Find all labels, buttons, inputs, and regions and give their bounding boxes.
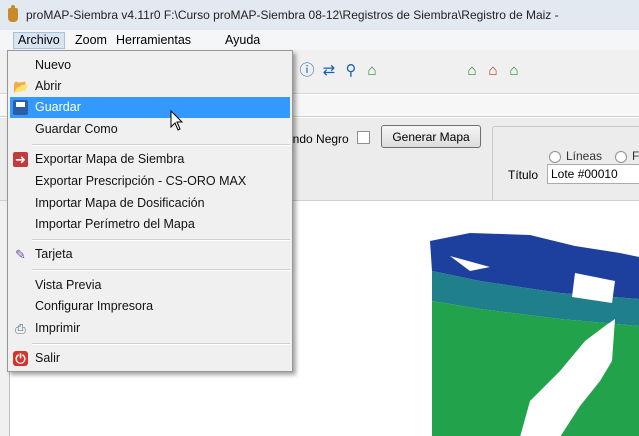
title-bar: proMAP-Siembra v4.11r0 F:\Curso proMAP-S… [0,0,639,30]
menu-item-label: Vista Previa [35,278,102,292]
menu-item-vista-previa[interactable]: Vista Previa [10,275,290,296]
marker-icon[interactable]: ⚲ [342,62,360,80]
exit-icon: ⏻ [13,351,28,366]
menu-herramientas[interactable]: Herramientas [112,32,195,49]
home-edit-icon[interactable]: ⌂ [505,62,523,80]
menu-item-label: Exportar Mapa de Siembra [35,152,185,166]
menu-item-label: Salir [35,351,61,365]
menu-item-importar-dosificacion[interactable]: Importar Mapa de Dosificación [10,193,290,214]
mouse-pointer-icon [170,110,184,131]
menu-bar: Archivo Zoom Herramientas Ayuda [0,30,639,50]
menu-item-label: Guardar [35,100,81,114]
menu-ayuda[interactable]: Ayuda [221,32,264,49]
menu-item-salir[interactable]: ⏻ Salir [10,348,290,369]
menu-item-abrir[interactable]: 📂 Abrir [10,76,290,97]
menu-item-exportar-prescripcion[interactable]: Exportar Prescripción - CS-ORO MAX [10,171,290,192]
card-icon: ✎ [15,247,26,262]
menu-zoom[interactable]: Zoom [71,32,111,49]
lineas-radio-label: Líneas [566,149,603,163]
home-icon[interactable]: ⌂ [363,62,381,80]
other-radio-label: F [632,149,639,163]
titulo-label: Título [508,168,539,182]
floppy-disk-icon [13,100,28,115]
menu-item-exportar-mapa[interactable]: ➜ Exportar Mapa de Siembra [10,149,290,170]
export-icon: ➜ [13,152,28,167]
titulo-input[interactable] [547,164,639,184]
fondo-negro-checkbox[interactable] [357,131,370,144]
menu-archivo[interactable]: Archivo [13,32,65,49]
menu-separator [32,343,290,345]
menu-item-nuevo[interactable]: Nuevo [10,55,290,76]
menu-item-configurar-impresora[interactable]: Configurar Impresora [10,296,290,317]
generar-mapa-button[interactable]: Generar Mapa [381,125,481,148]
menu-item-guardar-como[interactable]: Guardar Como [10,119,290,140]
lineas-radio[interactable] [549,151,561,163]
menu-item-label: Imprimir [35,321,81,335]
window-title: proMAP-Siembra v4.11r0 F:\Curso proMAP-S… [26,8,559,22]
archivo-dropdown-menu: Nuevo 📂 Abrir Guardar Guardar Como ➜ Exp… [7,50,293,372]
app-icon [8,5,18,22]
home-add-icon[interactable]: ⌂ [463,62,481,80]
menu-item-label: Tarjeta [35,247,73,261]
menu-item-imprimir[interactable]: ⎙ Imprimir [10,318,290,339]
menu-item-tarjeta[interactable]: ✎ Tarjeta [10,244,290,265]
info-icon[interactable]: ⓘ [298,62,316,80]
menu-separator [32,269,290,271]
fondo-negro-label: ondo Negro [286,132,349,146]
folder-open-icon: 📂 [13,79,30,94]
menu-item-label: Nuevo [35,58,72,72]
menu-item-label: Importar Perímetro del Mapa [35,217,195,231]
menu-item-guardar[interactable]: Guardar [10,97,290,118]
home-remove-icon[interactable]: ⌂ [484,62,502,80]
menu-separator [32,239,290,241]
menu-item-importar-perimetro[interactable]: Importar Perímetro del Mapa [10,214,290,235]
printer-icon: ⎙ [15,321,26,336]
menu-item-label: Configurar Impresora [35,299,154,313]
other-radio[interactable] [615,151,627,163]
menu-item-label: Importar Mapa de Dosificación [35,196,205,210]
menu-item-label: Abrir [35,79,62,93]
measure-icon[interactable]: ⇄ [320,62,338,80]
menu-separator [32,144,290,146]
menu-item-label: Guardar Como [35,122,118,136]
menu-item-label: Exportar Prescripción - CS-ORO MAX [35,174,247,188]
